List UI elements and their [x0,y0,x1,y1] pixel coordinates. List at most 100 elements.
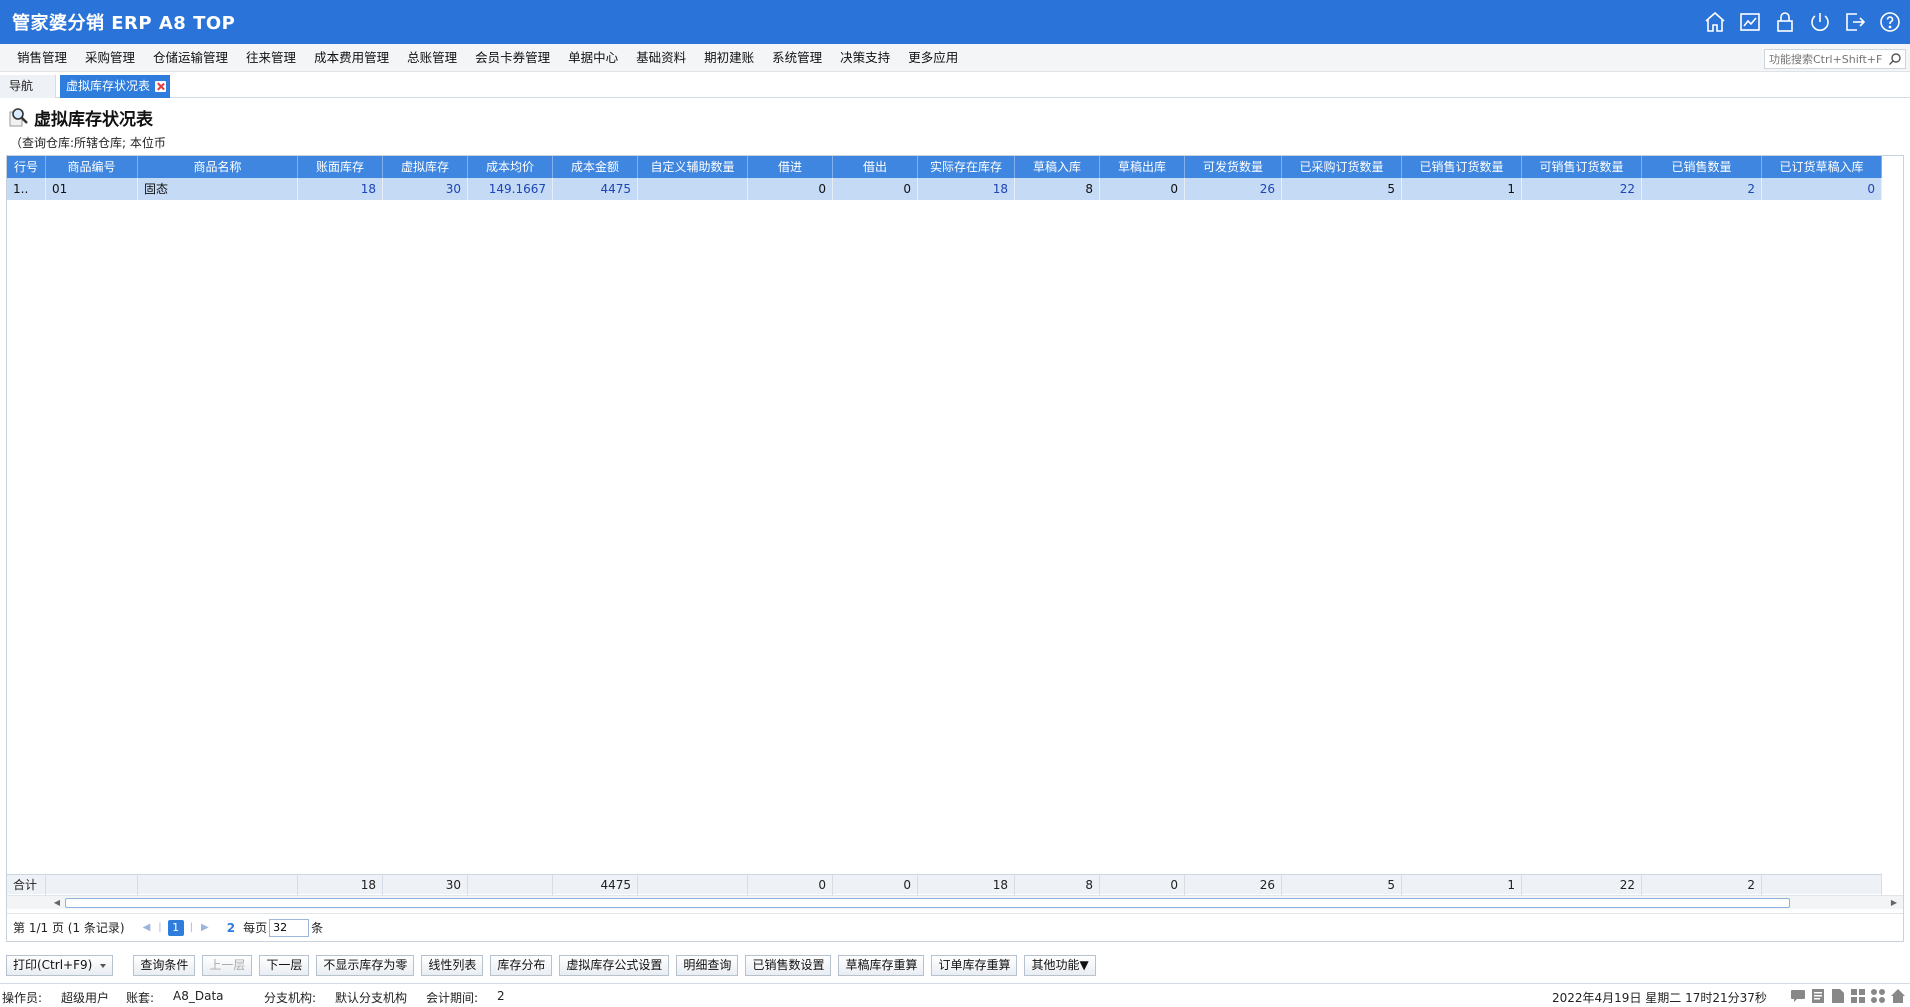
menu-documents[interactable]: 单据中心 [559,44,627,72]
col-shippable-qty[interactable]: 可发货数量 [1185,156,1282,178]
operator-value: 超级用户 [61,991,110,1005]
col-actual-stock[interactable]: 实际存在库存 [918,156,1015,178]
col-draft-out[interactable]: 草稿出库 [1100,156,1185,178]
modules-icon[interactable] [1870,988,1886,1004]
grid-apps-icon[interactable] [1850,988,1866,1004]
title-bar: 管家婆分销 ERP A8 TOP [0,0,1910,44]
col-row-no[interactable]: 行号 [7,156,46,178]
cell-virtual-stock[interactable]: 30 [383,178,468,200]
menu-basic-data[interactable]: 基础资料 [627,44,695,72]
menu-member[interactable]: 会员卡券管理 [466,44,559,72]
menu-cost[interactable]: 成本费用管理 [305,44,398,72]
level-up-button[interactable]: 上一层 [202,954,253,976]
tab-navigation[interactable]: 导航 [0,75,56,98]
next-page-icon[interactable]: ▶ [201,922,209,933]
query-conditions-button[interactable]: 查询条件 [133,954,196,976]
cell-cost-amount[interactable]: 4475 [553,178,638,200]
menu-accounts[interactable]: 往来管理 [237,44,305,72]
cell-sold-qty[interactable]: 2 [1642,178,1762,200]
scroll-right-icon[interactable]: ▶ [1889,898,1899,908]
level-down-button[interactable]: 下一层 [259,954,310,976]
help-icon[interactable] [1878,10,1902,34]
col-cost-amount[interactable]: 成本金额 [553,156,638,178]
order-stock-recalc-button[interactable]: 订单库存重算 [931,954,1018,976]
draft-stock-recalc-button[interactable]: 草稿库存重算 [838,954,925,976]
tab-label: 虚拟库存状况表 [66,79,151,93]
col-sellable-order-qty[interactable]: 可销售订货数量 [1522,156,1642,178]
stock-distribution-button[interactable]: 库存分布 [490,954,553,976]
menu-opening[interactable]: 期初建账 [695,44,763,72]
col-borrow-in[interactable]: 借进 [748,156,833,178]
cell-book-stock[interactable]: 18 [298,178,383,200]
col-purchased-order-qty[interactable]: 已采购订货数量 [1282,156,1402,178]
col-ordered-draft-in[interactable]: 已订货草稿入库 [1762,156,1882,178]
total-ordered-draft-in [1762,875,1882,895]
message-icon[interactable] [1790,988,1806,1004]
dropdown-caret-icon[interactable] [100,963,107,968]
account-label: 账套: [126,991,155,1005]
total-shippable-qty: 26 [1185,875,1282,895]
menu-warehouse[interactable]: 仓储运输管理 [144,44,237,72]
cell-shippable-qty[interactable]: 26 [1185,178,1282,200]
total-cost-amount: 4475 [553,875,638,895]
col-sold-order-qty[interactable]: 已销售订货数量 [1402,156,1522,178]
cell-draft-in: 8 [1015,178,1100,200]
home-icon[interactable] [1703,10,1727,34]
total-actual-stock: 18 [918,875,1015,895]
col-draft-in[interactable]: 草稿入库 [1015,156,1100,178]
menu-purchase[interactable]: 采购管理 [76,44,144,72]
col-avg-cost[interactable]: 成本均价 [468,156,553,178]
total-sellable-order-qty: 22 [1522,875,1642,895]
col-product-code[interactable]: 商品编号 [46,156,138,178]
page-title: 虚拟库存状况表 [34,109,153,130]
cell-actual-stock[interactable]: 18 [918,178,1015,200]
chart-icon[interactable] [1738,10,1762,34]
menu-system[interactable]: 系统管理 [763,44,831,72]
cell-borrow-in: 0 [748,178,833,200]
cell-avg-cost[interactable]: 149.1667 [468,178,553,200]
col-borrow-out[interactable]: 借出 [833,156,918,178]
col-book-stock[interactable]: 账面库存 [298,156,383,178]
horizontal-scrollbar[interactable]: ◀ ▶ [7,895,1903,909]
cell-sellable-order-qty[interactable]: 22 [1522,178,1642,200]
refresh-icon[interactable]: 2 [227,921,235,935]
hide-zero-stock-button[interactable]: 不显示库存为零 [316,954,415,976]
linear-list-button[interactable]: 线性列表 [421,954,484,976]
scroll-left-icon[interactable]: ◀ [52,898,62,908]
menu-more-apps[interactable]: 更多应用 [899,44,967,72]
function-search-input[interactable] [1765,50,1883,68]
print-button[interactable]: 打印(Ctrl+F9) [6,954,114,976]
cell-ordered-draft-in[interactable]: 0 [1762,178,1882,200]
total-avg-cost [468,875,553,895]
exit-icon[interactable] [1843,10,1867,34]
branch-label: 分支机构: [264,991,317,1005]
prev-page-icon[interactable]: ◀ [143,922,151,933]
lock-icon[interactable] [1773,10,1797,34]
current-page[interactable]: 1 [167,919,184,936]
document-icon[interactable] [1830,988,1846,1004]
notes-icon[interactable] [1810,988,1826,1004]
search-icon[interactable] [1888,52,1902,66]
period-value: 2 [497,989,505,1003]
tab-virtual-inventory[interactable]: 虚拟库存状况表 [60,75,171,98]
query-conditions: （查询仓库:所辖仓库; 本位币 [10,136,166,150]
col-sold-qty[interactable]: 已销售数量 [1642,156,1762,178]
power-icon[interactable] [1808,10,1832,34]
menu-decision[interactable]: 决策支持 [831,44,899,72]
per-page-input[interactable] [269,918,310,937]
branch-value: 默认分支机构 [335,991,408,1005]
other-functions-button[interactable]: 其他功能▼ [1024,954,1096,976]
table-row[interactable]: 1.. 01 固态 18 30 149.1667 4475 0 0 18 8 0… [7,178,1882,200]
sold-qty-settings-button[interactable]: 已销售数设置 [745,954,832,976]
col-custom-qty[interactable]: 自定义辅助数量 [638,156,748,178]
total-borrow-in: 0 [748,875,833,895]
virtual-stock-formula-button[interactable]: 虚拟库存公式设置 [559,954,670,976]
col-product-name[interactable]: 商品名称 [138,156,298,178]
scrollbar-thumb[interactable] [65,898,1790,908]
col-virtual-stock[interactable]: 虚拟库存 [383,156,468,178]
menu-ledger[interactable]: 总账管理 [398,44,466,72]
detail-query-button[interactable]: 明细查询 [676,954,739,976]
home-small-icon[interactable] [1890,988,1906,1004]
menu-sales[interactable]: 销售管理 [8,44,76,72]
close-icon[interactable] [155,81,167,92]
